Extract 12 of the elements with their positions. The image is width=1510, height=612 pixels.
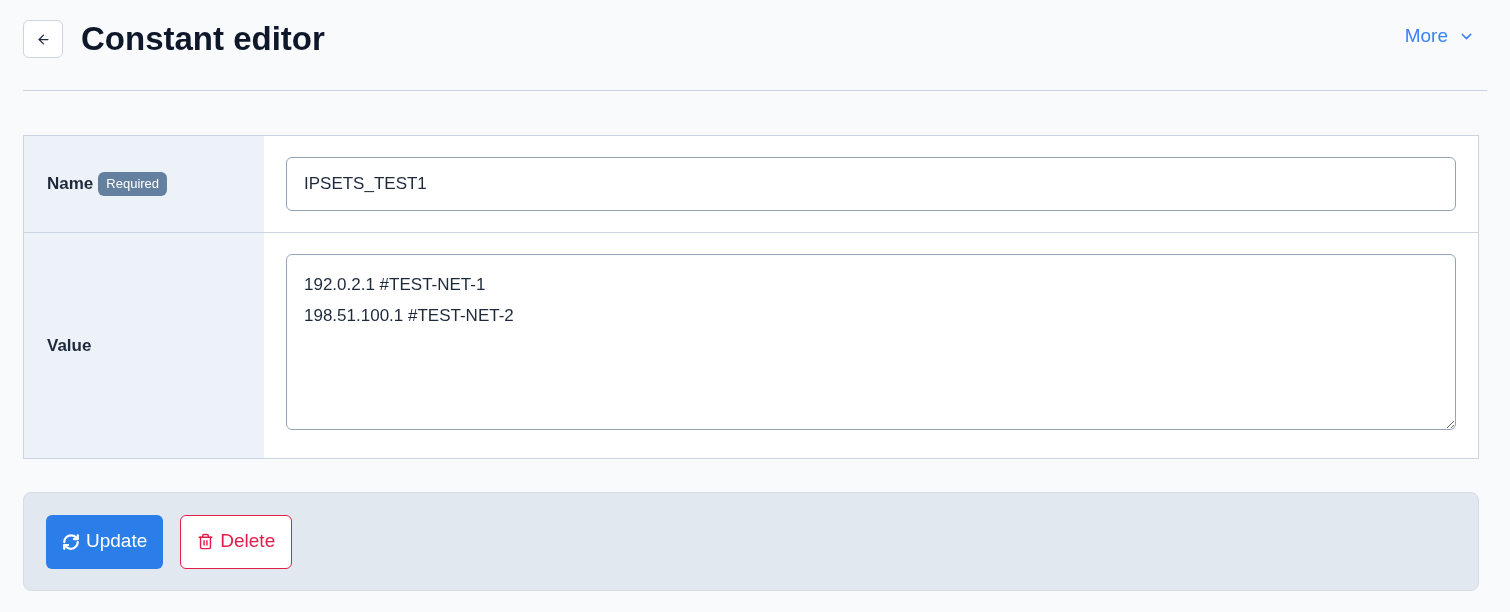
update-button[interactable]: Update [46, 514, 164, 569]
trash-icon [197, 533, 215, 550]
delete-button[interactable]: Delete [180, 514, 293, 569]
back-button[interactable] [23, 20, 63, 58]
field-label: Name [47, 173, 94, 196]
refresh-icon [62, 532, 80, 551]
name-field[interactable]: IPSETS_TEST1 [286, 157, 1456, 211]
value-field[interactable]: 192.0.2.1 #TEST-NET-1 198.51.100.1 #TEST-NET-2 [286, 254, 1456, 430]
field-label: Value [47, 334, 92, 357]
required-badge: Required [98, 172, 168, 196]
more-menu[interactable]: More [1404, 22, 1475, 51]
page-title: Constant editor [81, 20, 325, 58]
